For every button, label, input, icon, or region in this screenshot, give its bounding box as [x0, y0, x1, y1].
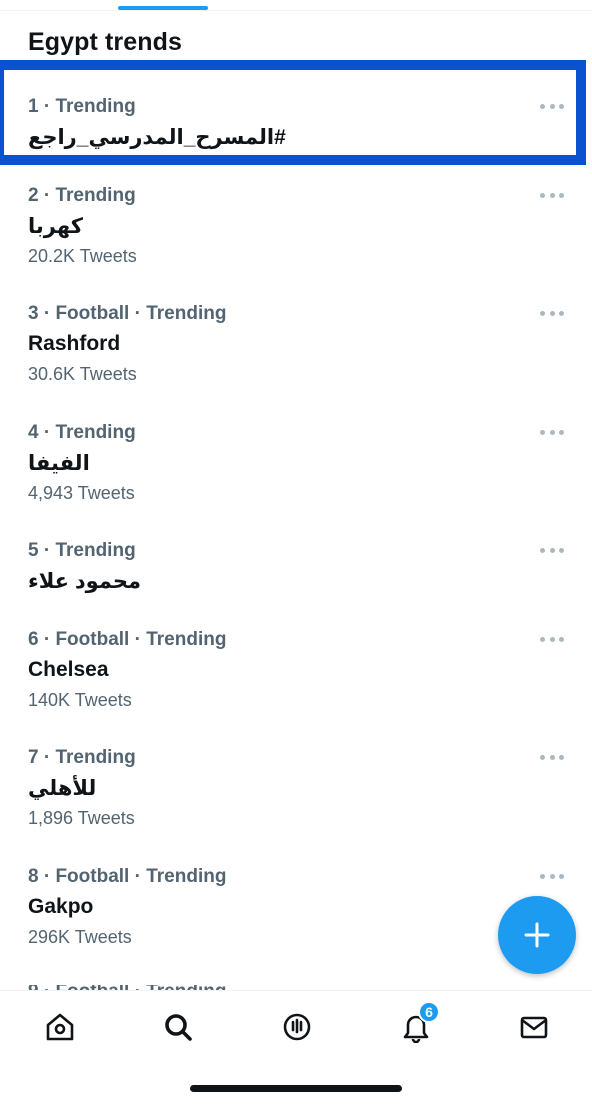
trend-meta: 3 · Football · Trending: [28, 303, 227, 324]
trend-meta: 7 · Trending: [28, 747, 136, 768]
trend-tweet-count: 1,896 Tweets: [28, 808, 135, 828]
trend-meta: 5 · Trending: [28, 540, 136, 561]
trend-name: Rashford: [28, 332, 121, 355]
home-icon: [46, 1013, 74, 1041]
trend-meta: 6 · Football · Trending: [28, 629, 227, 650]
trend-meta: 8 · Football · Trending: [28, 866, 227, 887]
trend-meta: 1 · Trending: [28, 96, 136, 117]
more-options-icon[interactable]: [540, 185, 564, 205]
section-title: Egypt trends: [28, 28, 182, 56]
top-divider: [0, 10, 592, 11]
trend-tweet-count: 296K Tweets: [28, 927, 132, 947]
nav-search[interactable]: [158, 1007, 198, 1047]
trend-name: Gakpo: [28, 895, 94, 918]
plus-icon: [524, 922, 550, 948]
trend-tweet-count: 20.2K Tweets: [28, 246, 137, 266]
trend-tweet-count: 4,943 Tweets: [28, 483, 135, 503]
more-options-icon[interactable]: [540, 96, 564, 116]
notification-badge: 6: [418, 1001, 440, 1023]
spaces-icon: [283, 1013, 311, 1041]
nav-notifications[interactable]: 6: [396, 1001, 440, 1047]
trend-tweet-count: 140K Tweets: [28, 690, 132, 710]
more-options-icon[interactable]: [540, 422, 564, 442]
compose-tweet-button[interactable]: [498, 896, 576, 974]
trend-name: Chelsea: [28, 658, 109, 681]
nav-messages[interactable]: [514, 1007, 554, 1047]
trend-name: كهربا: [28, 215, 83, 238]
trend-meta: 2 · Trending: [28, 185, 136, 206]
trend-meta: 4 · Trending: [28, 422, 136, 443]
more-options-icon[interactable]: [540, 747, 564, 767]
nav-home[interactable]: [40, 1007, 80, 1047]
trend-tweet-count: 30.6K Tweets: [28, 364, 137, 384]
trend-name: الفيفا: [28, 452, 90, 475]
messages-icon: [520, 1016, 548, 1039]
search-icon: [165, 1014, 192, 1041]
nav-spaces[interactable]: [277, 1007, 317, 1047]
more-options-icon[interactable]: [540, 629, 564, 649]
trend-name: #المسرح_المدرسي_راجع: [28, 126, 286, 149]
home-indicator[interactable]: [190, 1085, 402, 1092]
more-options-icon[interactable]: [540, 866, 564, 886]
trend-name: محمود علاء: [28, 570, 142, 593]
more-options-icon[interactable]: [540, 303, 564, 323]
more-options-icon[interactable]: [540, 540, 564, 560]
trend-name: للأهلي: [28, 777, 97, 800]
